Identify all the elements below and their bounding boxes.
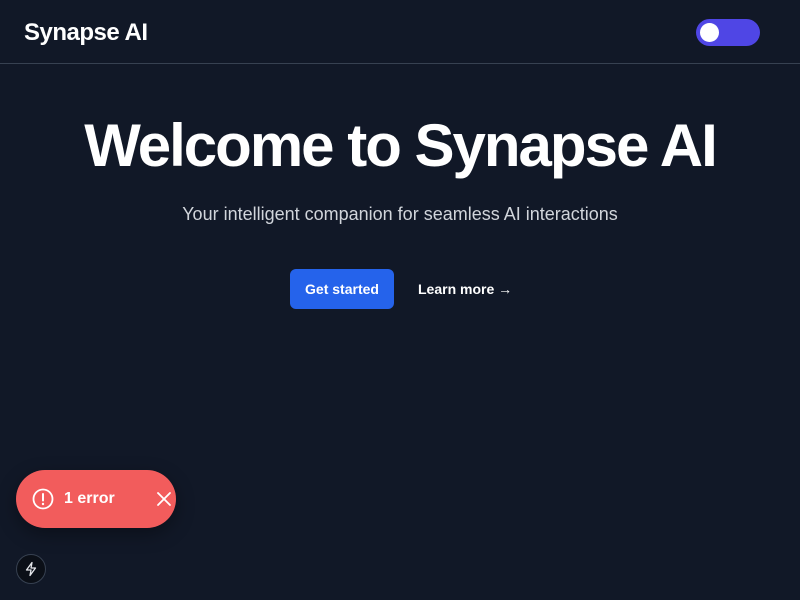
- hero-subtitle: Your intelligent companion for seamless …: [182, 204, 618, 224]
- toggle-knob: [700, 23, 719, 42]
- close-icon[interactable]: [154, 489, 174, 509]
- learn-more-link[interactable]: Learn more →: [418, 269, 512, 309]
- brand-logo-text[interactable]: Synapse AI: [24, 19, 148, 47]
- error-toast[interactable]: 1 error: [16, 470, 176, 528]
- top-nav-bar: Synapse AI: [0, 0, 800, 64]
- hero-title: Welcome to Synapse AI: [84, 112, 718, 179]
- devtools-indicator-button[interactable]: [16, 554, 46, 584]
- theme-toggle-switch[interactable]: [696, 19, 760, 46]
- alert-circle-icon: [32, 488, 54, 510]
- error-count-label: 1 error: [64, 490, 115, 507]
- landing-page: Synapse AI Welcome to Synapse AI Your in…: [0, 0, 800, 600]
- get-started-button[interactable]: Get started: [290, 269, 394, 309]
- lightning-bolt-icon: [25, 561, 37, 577]
